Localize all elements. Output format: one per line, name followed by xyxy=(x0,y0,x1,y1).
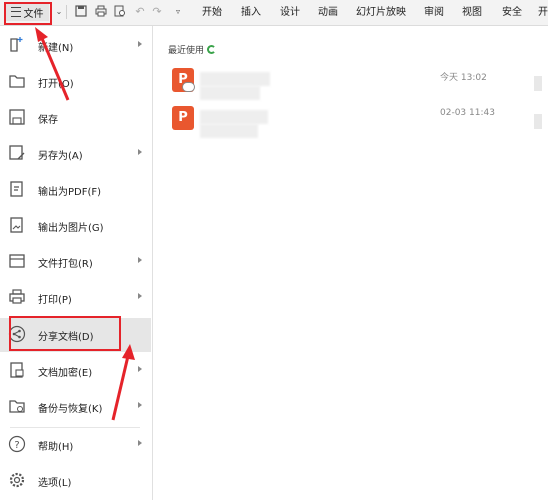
menu-item-encrypt[interactable]: 文档加密(E) xyxy=(8,356,150,386)
tab-start[interactable]: 开始 xyxy=(202,0,222,25)
menu-item-options[interactable]: 选项(L) xyxy=(8,466,150,496)
tab-animation[interactable]: 动画 xyxy=(318,0,338,25)
menu-item-label: 另存为(A) xyxy=(38,150,83,162)
menu-item-open[interactable]: 打开(O) xyxy=(8,67,150,97)
save-as-icon xyxy=(8,144,28,164)
tab-review[interactable]: 审阅 xyxy=(424,0,444,25)
menu-item-backup[interactable]: 备份与恢复(K) xyxy=(8,392,150,422)
save-icon xyxy=(8,108,28,128)
tab-insert[interactable]: 插入 xyxy=(241,0,261,25)
image-export-icon xyxy=(8,216,28,236)
tab-view[interactable]: 视图 xyxy=(462,0,482,25)
menu-item-save[interactable]: 保存 xyxy=(8,103,150,133)
print-icon[interactable] xyxy=(94,5,108,19)
menu-item-label: 输出为图片(G) xyxy=(38,222,104,234)
folder-icon xyxy=(8,72,28,92)
menu-item-new[interactable]: 新建(N) xyxy=(8,31,150,61)
recent-title-text: 最近使用 xyxy=(168,46,205,56)
menu-item-label: 打开(O) xyxy=(38,78,74,90)
menu-item-label: 打印(P) xyxy=(38,294,72,306)
menu-item-label: 输出为PDF(F) xyxy=(38,186,102,198)
submenu-arrow-icon xyxy=(138,366,142,372)
menu-item-export-pdf[interactable]: 输出为PDF(F) xyxy=(8,175,150,205)
toolbar-separator xyxy=(66,5,67,19)
menu-item-label: 选项(L) xyxy=(38,477,72,489)
top-toolbar: 文件 ⌄ ↶ ↷ ▿ 开始 插入 设计 动画 幻灯片放映 审阅 视图 安全 开 xyxy=(0,0,548,26)
menu-item-help[interactable]: ? 帮助(H) xyxy=(8,430,150,460)
menu-item-package[interactable]: 文件打包(R) xyxy=(8,247,150,277)
menu-item-label: 保存 xyxy=(38,114,58,126)
print-preview-icon[interactable] xyxy=(113,5,127,19)
recent-file-time: 02-03 11:43 xyxy=(440,108,495,118)
menu-divider xyxy=(10,427,140,428)
submenu-arrow-icon xyxy=(138,293,142,299)
backup-icon xyxy=(8,397,28,417)
recent-file-time: 今天 13:02 xyxy=(440,73,487,83)
lock-icon xyxy=(8,361,28,381)
tab-design[interactable]: 设计 xyxy=(280,0,300,25)
svg-text:?: ? xyxy=(14,440,19,451)
cloud-icon xyxy=(182,82,195,92)
tab-security[interactable]: 安全 xyxy=(502,0,522,25)
customize-dropdown-icon[interactable]: ▿ xyxy=(171,5,185,19)
file-menu: 新建(N) 打开(O) 保存 另存为(A) 输出为PDF(F) 输出为图片(G) xyxy=(0,26,153,500)
highlight-box-file-menu xyxy=(4,2,52,25)
tab-more[interactable]: 开 xyxy=(538,0,548,25)
refresh-icon[interactable] xyxy=(207,45,217,54)
gear-icon xyxy=(8,471,28,491)
tab-slideshow[interactable]: 幻灯片放映 xyxy=(356,0,406,25)
row-scroll-edge xyxy=(534,114,542,129)
row-scroll-edge xyxy=(534,76,542,91)
recent-file-row[interactable]: P 今天 13:02 xyxy=(172,68,542,102)
menu-item-label: 新建(N) xyxy=(38,42,74,54)
blurred-filename xyxy=(200,72,270,86)
menu-item-save-as[interactable]: 另存为(A) xyxy=(8,139,150,169)
submenu-arrow-icon xyxy=(138,402,142,408)
save-icon[interactable] xyxy=(74,5,88,19)
undo-icon[interactable]: ↶ xyxy=(133,5,147,19)
ppt-file-icon: P xyxy=(172,106,194,130)
new-file-icon xyxy=(8,36,28,56)
blurred-filename xyxy=(200,110,268,124)
help-icon: ? xyxy=(8,435,28,455)
menu-item-label: 文件打包(R) xyxy=(38,258,93,270)
submenu-arrow-icon xyxy=(138,41,142,47)
submenu-arrow-icon xyxy=(138,440,142,446)
submenu-arrow-icon xyxy=(138,149,142,155)
recent-file-row[interactable]: P 02-03 11:43 xyxy=(172,106,542,140)
blurred-filepath xyxy=(200,124,258,138)
recent-files-heading: 最近使用 xyxy=(168,43,217,56)
package-icon xyxy=(8,252,28,272)
menu-item-label: 文档加密(E) xyxy=(38,367,93,379)
menu-item-label: 备份与恢复(K) xyxy=(38,403,103,415)
menu-item-label: 帮助(H) xyxy=(38,441,74,453)
redo-icon[interactable]: ↷ xyxy=(150,5,164,19)
pdf-export-icon xyxy=(8,180,28,200)
printer-icon xyxy=(8,288,28,308)
highlight-box-share xyxy=(9,316,121,351)
menu-item-print[interactable]: 打印(P) xyxy=(8,283,150,313)
chevron-down-icon[interactable]: ⌄ xyxy=(52,5,66,19)
submenu-arrow-icon xyxy=(138,257,142,263)
menu-item-export-image[interactable]: 输出为图片(G) xyxy=(8,211,150,241)
blurred-filepath xyxy=(200,86,260,100)
